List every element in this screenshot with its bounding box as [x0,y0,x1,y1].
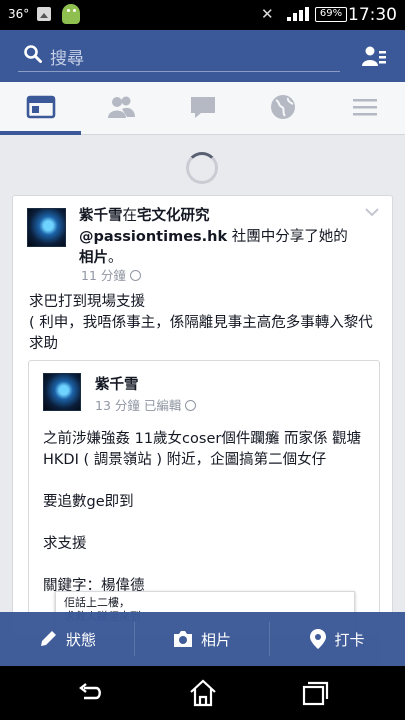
android-icon [62,4,80,24]
pencil-icon [40,631,56,646]
avatar[interactable] [43,373,81,411]
search-placeholder: 搜尋 [50,49,84,69]
photo-button[interactable]: 相片 [135,612,269,666]
shared-meta-text: 13 分鐘 已編輯 [95,398,182,413]
photo-label: 相片 [200,630,231,649]
shared-body: 之前涉嫌強姦 11歲女coser個件躝癱 而家係 觀塘HKDI ( 調景嶺站 )… [43,431,362,594]
friends-icon[interactable] [106,92,136,122]
post-timestamp[interactable]: 11 分鐘 [81,265,141,284]
system-nav-bar [0,666,405,720]
checkin-label: 打卡 [334,630,365,649]
action-text: 社團中分享了她的 [231,229,348,245]
status-label: 狀態 [65,630,96,649]
post-header: 紫千雪在宅文化研究@passiontimes.hk 社團中分享了她的相片。 [79,206,349,269]
loading-spinner [186,152,218,184]
battery-icon: 69% [315,7,347,22]
post-time: 11 分鐘 [81,268,126,283]
globe-icon[interactable] [268,92,298,122]
post-card: 紫千雪在宅文化研究@passiontimes.hk 社團中分享了她的相片。 11… [12,195,393,635]
post-body: 求巴打到現場支援 ( 利申，我唔係事主，係隔離見事主高危多事轉入黎代求助 [29,294,373,352]
back-icon[interactable] [76,678,106,708]
top-bar: 搜尋 [0,30,405,82]
status-bar: 36° ✕ 69% 17:30 [0,0,405,30]
shared-timestamp[interactable]: 13 分鐘 已編輯 [95,395,197,414]
status-button[interactable]: 狀態 [0,612,134,666]
home-icon[interactable] [188,678,218,708]
hamburger-icon[interactable] [350,92,380,122]
location-pin-icon [310,629,327,649]
chevron-down-icon[interactable] [365,208,379,218]
active-tab-indicator [0,131,81,135]
search-input[interactable]: 搜尋 [18,38,340,72]
signal-icon [287,7,309,21]
end-punct: 。 [108,250,123,266]
author-name[interactable]: 紫千雪 [79,208,123,224]
recent-apps-icon[interactable] [300,678,330,708]
shared-author-name[interactable]: 紫千雪 [95,373,139,394]
search-icon [24,45,42,63]
temperature: 36° [8,7,30,21]
public-icon [129,270,141,281]
camera-icon [173,631,192,647]
mute-icon: ✕ [261,5,274,23]
gallery-icon [37,7,51,21]
photo-link[interactable]: 相片 [79,250,108,266]
chat-bubble-icon[interactable] [188,92,218,122]
avatar[interactable] [27,208,66,247]
public-icon [185,400,197,411]
friends-list-icon[interactable] [362,44,386,68]
checkin-button[interactable]: 打卡 [270,612,405,666]
connector-text: 在 [122,208,138,224]
tab-bar [0,82,405,135]
composer-bar: 狀態 相片 打卡 [0,612,405,666]
shared-post[interactable]: 紫千雪 13 分鐘 已編輯 之前涉嫌強姦 11歲女coser個件躝癱 而家係 觀… [28,360,380,634]
news-feed-icon[interactable] [26,92,56,122]
clock: 17:30 [348,5,397,25]
